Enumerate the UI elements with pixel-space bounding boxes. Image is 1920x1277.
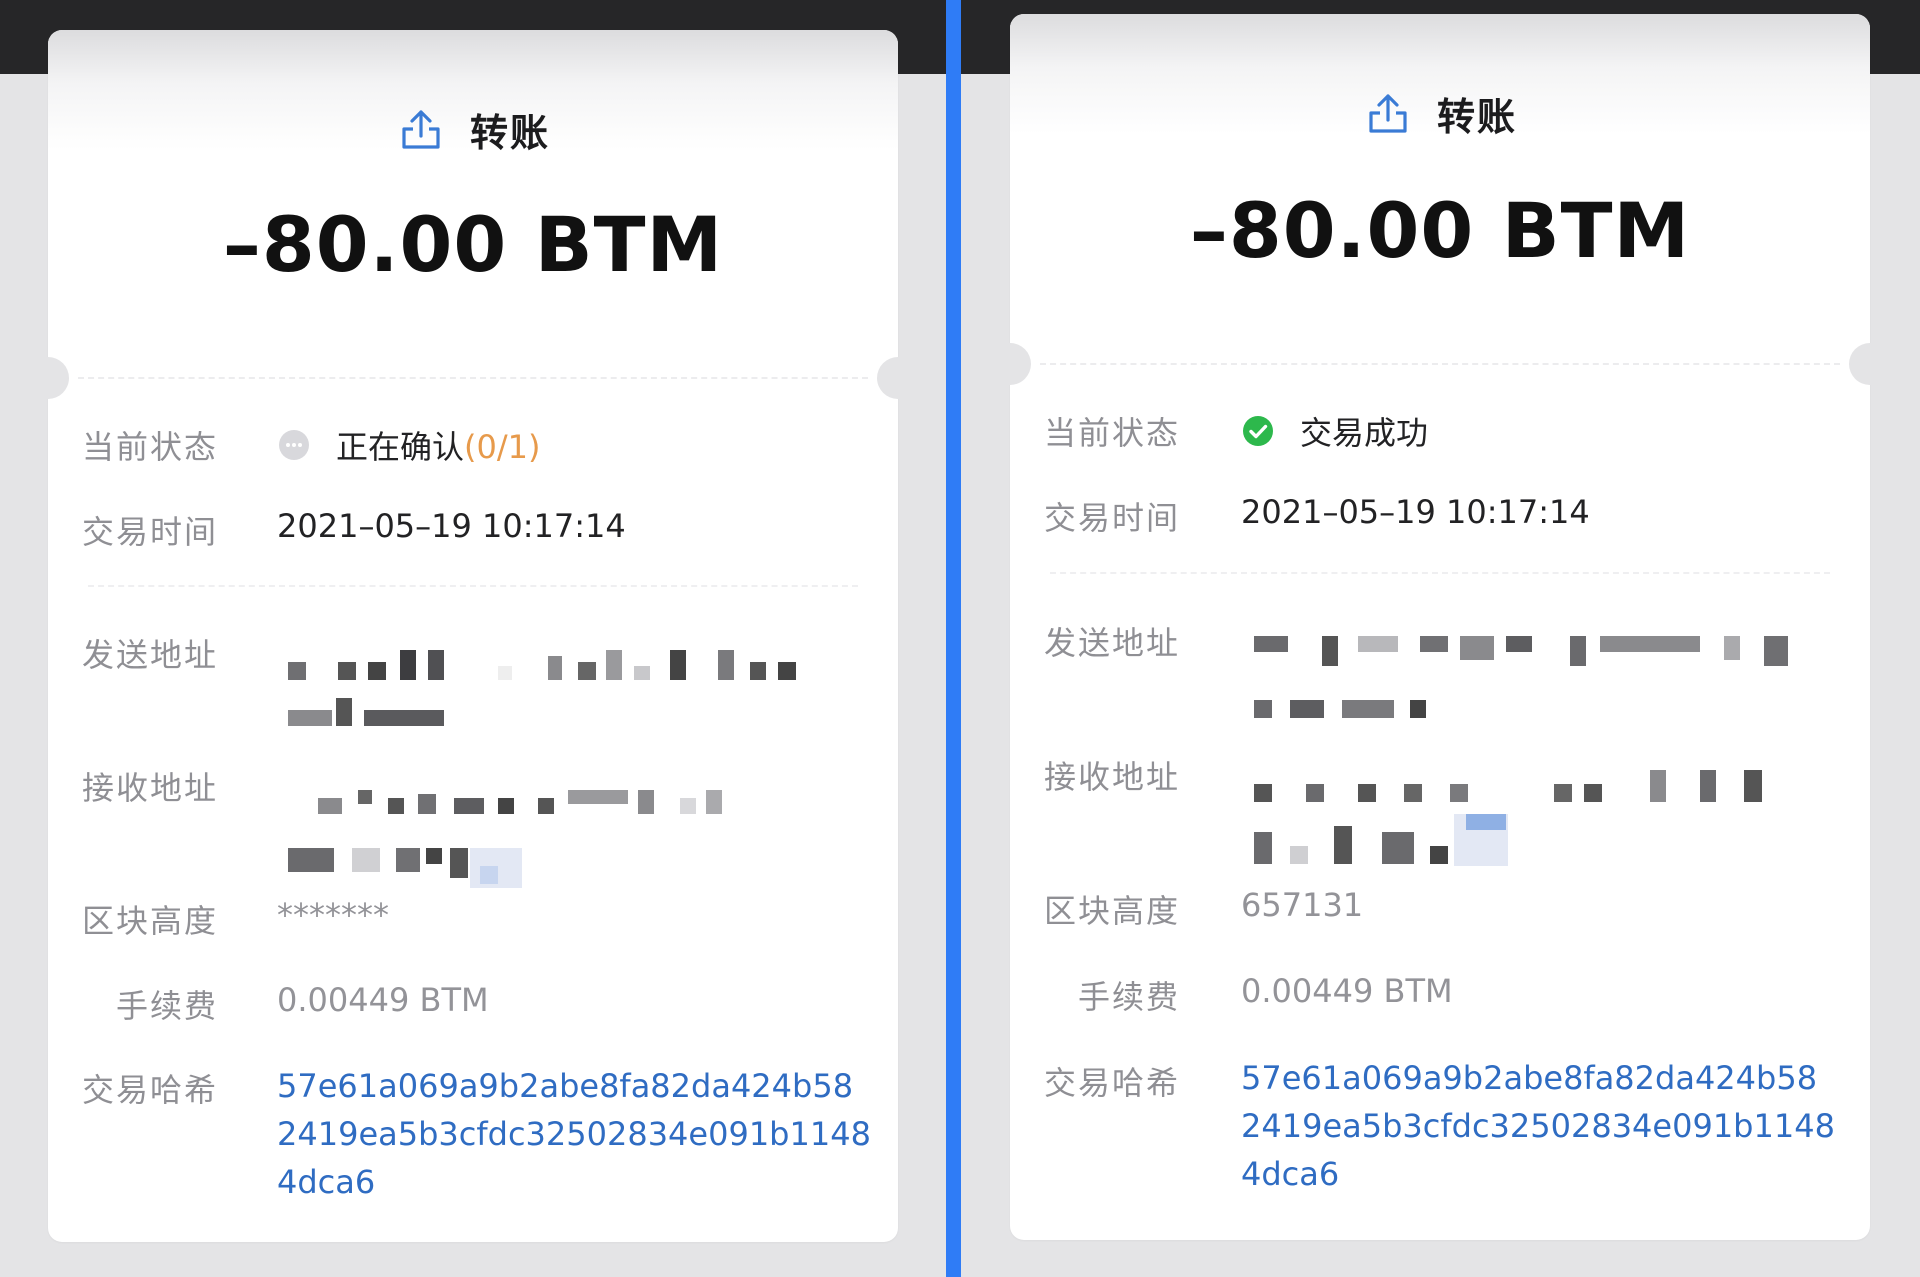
hash-line: 57e61a069a9b2abe8fa82da424b58 [1241,1059,1818,1097]
time-value: 2021–05–19 10:17:14 [1241,493,1590,531]
dashed-separator [1040,363,1840,365]
transaction-hash-link[interactable]: 57e61a069a9b2abe8fa82da424b58 2419ea5b3c… [277,1062,871,1206]
hash-label: 交易哈希 [1043,1064,1180,1102]
transaction-amount: –80.00 BTM [1189,186,1691,275]
confirmation-progress: (0/1) [464,428,541,466]
from-address-redacted [288,640,848,750]
section-separator [1050,572,1830,574]
hash-line: 4dca6 [277,1163,376,1201]
panel-divider [946,0,961,1277]
hash-line: 4dca6 [1241,1155,1340,1193]
upload-transfer-icon [1369,93,1407,133]
time-label: 交易时间 [1043,499,1180,537]
transaction-hash-link[interactable]: 57e61a069a9b2abe8fa82da424b58 2419ea5b3c… [1241,1054,1835,1198]
block-height-label: 区块高度 [1043,892,1180,930]
hash-line: 57e61a069a9b2abe8fa82da424b58 [277,1067,854,1105]
hash-line: 2419ea5b3cfdc32502834e091b1148 [277,1115,871,1153]
card-notch-left [989,343,1031,385]
to-address-redacted [288,770,848,890]
from-address-redacted [1254,626,1834,736]
time-value: 2021–05–19 10:17:14 [277,507,626,545]
transaction-card-pending: 转账 –80.00 BTM 当前状态 正在确认(0/1) 交易时间 2021–0… [27,30,919,1242]
status-label: 当前状态 [1043,414,1180,452]
success-check-icon [1243,416,1273,446]
status-row: 交易成功 [1242,408,1428,454]
transaction-card-success: 转账 –80.00 BTM 当前状态 交易成功 交易时间 2021–05–19 … [989,14,1891,1240]
upload-transfer-icon [402,109,440,149]
hash-label: 交易哈希 [81,1071,218,1109]
block-height-value: 657131 [1241,886,1364,924]
transaction-amount: –80.00 BTM [222,200,724,289]
to-label: 接收地址 [81,769,218,807]
transaction-type-title: 转账 [470,111,551,155]
card-header: 转账 [1365,86,1517,141]
section-separator [88,585,858,587]
status-text: 交易成功 [1300,414,1429,452]
block-height-value: ******* [277,896,389,934]
fee-value: 0.00449 BTM [277,981,489,1019]
to-address-redacted [1254,760,1834,880]
from-label: 发送地址 [1043,624,1180,662]
to-label: 接收地址 [1043,758,1180,796]
hash-line: 2419ea5b3cfdc32502834e091b1148 [1241,1107,1835,1145]
card-notch-left [27,357,69,399]
card-notch-right [877,357,919,399]
time-label: 交易时间 [81,513,218,551]
card-header: 转账 [398,102,550,157]
fee-value: 0.00449 BTM [1241,972,1453,1010]
from-label: 发送地址 [81,636,218,674]
block-height-label: 区块高度 [81,902,218,940]
dashed-separator [78,377,868,379]
status-text: 正在确认 [336,428,465,466]
pending-dots-icon [279,430,309,460]
status-value: 正在确认(0/1) [336,422,540,468]
status-label: 当前状态 [81,428,218,466]
fee-label: 手续费 [115,987,218,1025]
transaction-type-title: 转账 [1437,95,1518,139]
card-notch-right [1849,343,1891,385]
status-row: 正在确认(0/1) [278,422,540,468]
fee-label: 手续费 [1077,978,1180,1016]
